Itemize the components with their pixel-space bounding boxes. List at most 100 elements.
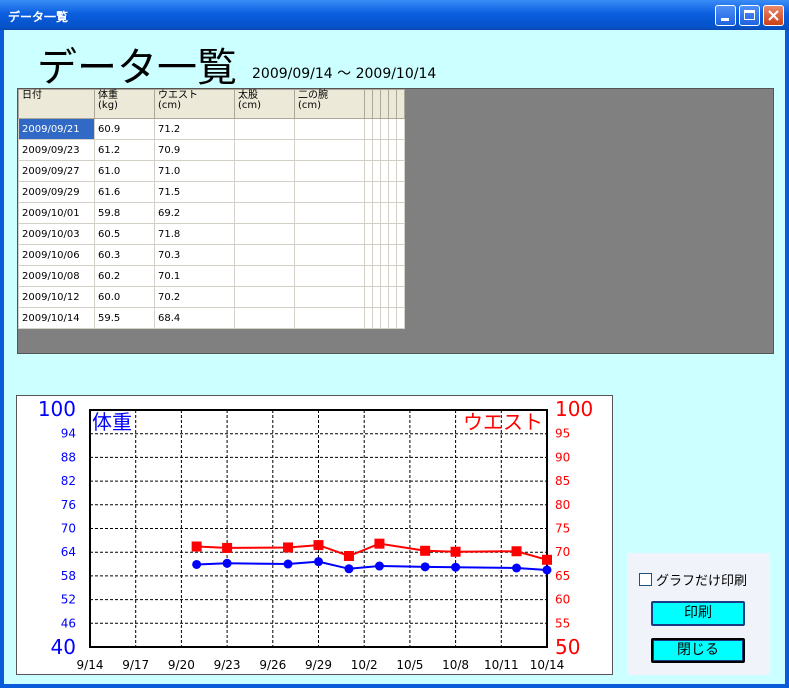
waist-point xyxy=(343,550,354,561)
table-cell[interactable]: 71.5 xyxy=(154,181,235,203)
table-cell[interactable] xyxy=(234,181,295,203)
table-cell[interactable]: 60.2 xyxy=(94,265,155,287)
table-row[interactable]: 2009/10/12 60.0 70.2 xyxy=(18,286,405,308)
table-cell[interactable]: 70.2 xyxy=(154,286,235,308)
print-button[interactable]: 印刷 xyxy=(651,601,745,626)
table-cell[interactable]: 2009/10/12 xyxy=(18,286,95,308)
minimize-button[interactable] xyxy=(715,5,736,26)
table-cell-extra xyxy=(396,181,405,203)
table-cell[interactable] xyxy=(294,223,365,245)
table-cell[interactable] xyxy=(234,307,295,329)
left-axis-tick-label: 76 xyxy=(61,498,76,512)
grid-header-thigh[interactable]: 太股 (cm) xyxy=(234,89,295,119)
waist-point xyxy=(511,546,522,557)
table-cell[interactable]: 70.9 xyxy=(154,139,235,161)
table-cell[interactable]: 2009/10/01 xyxy=(18,202,95,224)
grid-header-upper-arm[interactable]: 二の腕 (cm) xyxy=(294,89,365,119)
table-cell[interactable]: 60.0 xyxy=(94,286,155,308)
table-cell[interactable]: 61.0 xyxy=(94,160,155,182)
table-cell-extra xyxy=(388,307,397,329)
table-cell-extra xyxy=(380,139,389,161)
table-cell[interactable]: 59.5 xyxy=(94,307,155,329)
right-axis-title: ウエスト xyxy=(463,410,543,434)
table-cell[interactable] xyxy=(294,265,365,287)
table-cell[interactable] xyxy=(294,160,365,182)
table-cell[interactable]: 70.1 xyxy=(154,265,235,287)
table-cell[interactable] xyxy=(234,244,295,266)
table-cell[interactable]: 68.4 xyxy=(154,307,235,329)
table-cell-extra xyxy=(364,286,373,308)
waist-point xyxy=(191,541,202,552)
table-cell[interactable]: 2009/09/21 xyxy=(18,118,95,140)
grid-header-weight[interactable]: 体重 (kg) xyxy=(94,89,155,119)
table-cell[interactable]: 2009/10/08 xyxy=(18,265,95,287)
table-cell[interactable] xyxy=(294,139,365,161)
x-axis-tick-label: 10/2 xyxy=(351,658,378,672)
waist-point xyxy=(542,554,552,565)
table-cell[interactable] xyxy=(234,118,295,140)
table-cell[interactable] xyxy=(234,160,295,182)
table-cell[interactable] xyxy=(294,202,365,224)
waist-point xyxy=(420,545,431,556)
table-cell[interactable]: 60.5 xyxy=(94,223,155,245)
left-axis-tick-label: 88 xyxy=(61,450,76,464)
grid-header-waist[interactable]: ウエスト (cm) xyxy=(154,89,235,119)
close-button[interactable]: 閉じる xyxy=(651,638,745,663)
close-window-button[interactable] xyxy=(763,5,784,26)
table-cell[interactable]: 2009/09/27 xyxy=(18,160,95,182)
maximize-button[interactable] xyxy=(739,5,760,26)
table-cell-extra xyxy=(372,160,381,182)
table-row[interactable]: 2009/10/14 59.5 68.4 xyxy=(18,307,405,329)
table-row[interactable]: 2009/09/27 61.0 71.0 xyxy=(18,160,405,182)
table-cell[interactable]: 59.8 xyxy=(94,202,155,224)
waist-point xyxy=(283,542,294,553)
x-axis-tick-label: 9/23 xyxy=(214,658,241,672)
table-row[interactable]: 2009/10/06 60.3 70.3 xyxy=(18,244,405,266)
table-cell[interactable] xyxy=(234,223,295,245)
left-axis-tick-label: 52 xyxy=(61,593,76,607)
table-cell[interactable]: 2009/10/14 xyxy=(18,307,95,329)
table-cell[interactable] xyxy=(234,286,295,308)
table-cell[interactable]: 2009/10/03 xyxy=(18,223,95,245)
grid-header-extra xyxy=(380,89,389,119)
table-cell[interactable]: 71.8 xyxy=(154,223,235,245)
table-cell[interactable]: 2009/09/23 xyxy=(18,139,95,161)
table-cell[interactable]: 61.2 xyxy=(94,139,155,161)
title-bar[interactable]: データ一覧 xyxy=(0,0,789,30)
table-cell[interactable]: 60.3 xyxy=(94,244,155,266)
table-cell[interactable]: 2009/10/06 xyxy=(18,244,95,266)
table-cell[interactable]: 71.0 xyxy=(154,160,235,182)
table-cell[interactable]: 2009/09/29 xyxy=(18,181,95,203)
table-cell[interactable] xyxy=(294,244,365,266)
table-cell-extra xyxy=(396,286,405,308)
table-cell[interactable]: 70.3 xyxy=(154,244,235,266)
right-axis-tick-label: 100 xyxy=(555,397,593,421)
table-cell[interactable]: 69.2 xyxy=(154,202,235,224)
table-cell[interactable] xyxy=(234,265,295,287)
table-row[interactable]: 2009/10/01 59.8 69.2 xyxy=(18,202,405,224)
table-row[interactable]: 2009/09/21 60.9 71.2 xyxy=(18,118,405,140)
table-cell[interactable] xyxy=(294,181,365,203)
grid-header-date[interactable]: 日付 xyxy=(18,89,95,119)
table-row[interactable]: 2009/10/08 60.2 70.1 xyxy=(18,265,405,287)
weight-waist-chart: 100 94 88 82 76 70 64 58 52 46 40 100 95 90 85 80 75 70 65… xyxy=(38,397,593,672)
x-axis-tick-label: 10/5 xyxy=(396,658,423,672)
table-cell-extra xyxy=(372,202,381,224)
data-grid-panel[interactable]: 日付 体重 (kg) ウエスト (cm) 太股 (cm) 二の腕 (cm) 2009/0… xyxy=(17,88,774,354)
table-row[interactable]: 2009/09/23 61.2 70.9 xyxy=(18,139,405,161)
table-cell-extra xyxy=(372,307,381,329)
table-row[interactable]: 2009/09/29 61.6 71.5 xyxy=(18,181,405,203)
table-cell[interactable] xyxy=(294,118,365,140)
data-grid[interactable]: 日付 体重 (kg) ウエスト (cm) 太股 (cm) 二の腕 (cm) 2009/0… xyxy=(18,89,405,329)
table-cell[interactable]: 60.9 xyxy=(94,118,155,140)
table-cell[interactable]: 61.6 xyxy=(94,181,155,203)
table-cell[interactable] xyxy=(294,307,365,329)
checkbox-box[interactable] xyxy=(639,573,652,586)
graph-only-print-checkbox[interactable]: グラフだけ印刷 xyxy=(639,570,747,589)
table-row[interactable]: 2009/10/03 60.5 71.8 xyxy=(18,223,405,245)
left-axis-tick-label: 40 xyxy=(51,635,76,659)
table-cell[interactable] xyxy=(234,202,295,224)
table-cell[interactable]: 71.2 xyxy=(154,118,235,140)
table-cell[interactable] xyxy=(294,286,365,308)
table-cell[interactable] xyxy=(234,139,295,161)
